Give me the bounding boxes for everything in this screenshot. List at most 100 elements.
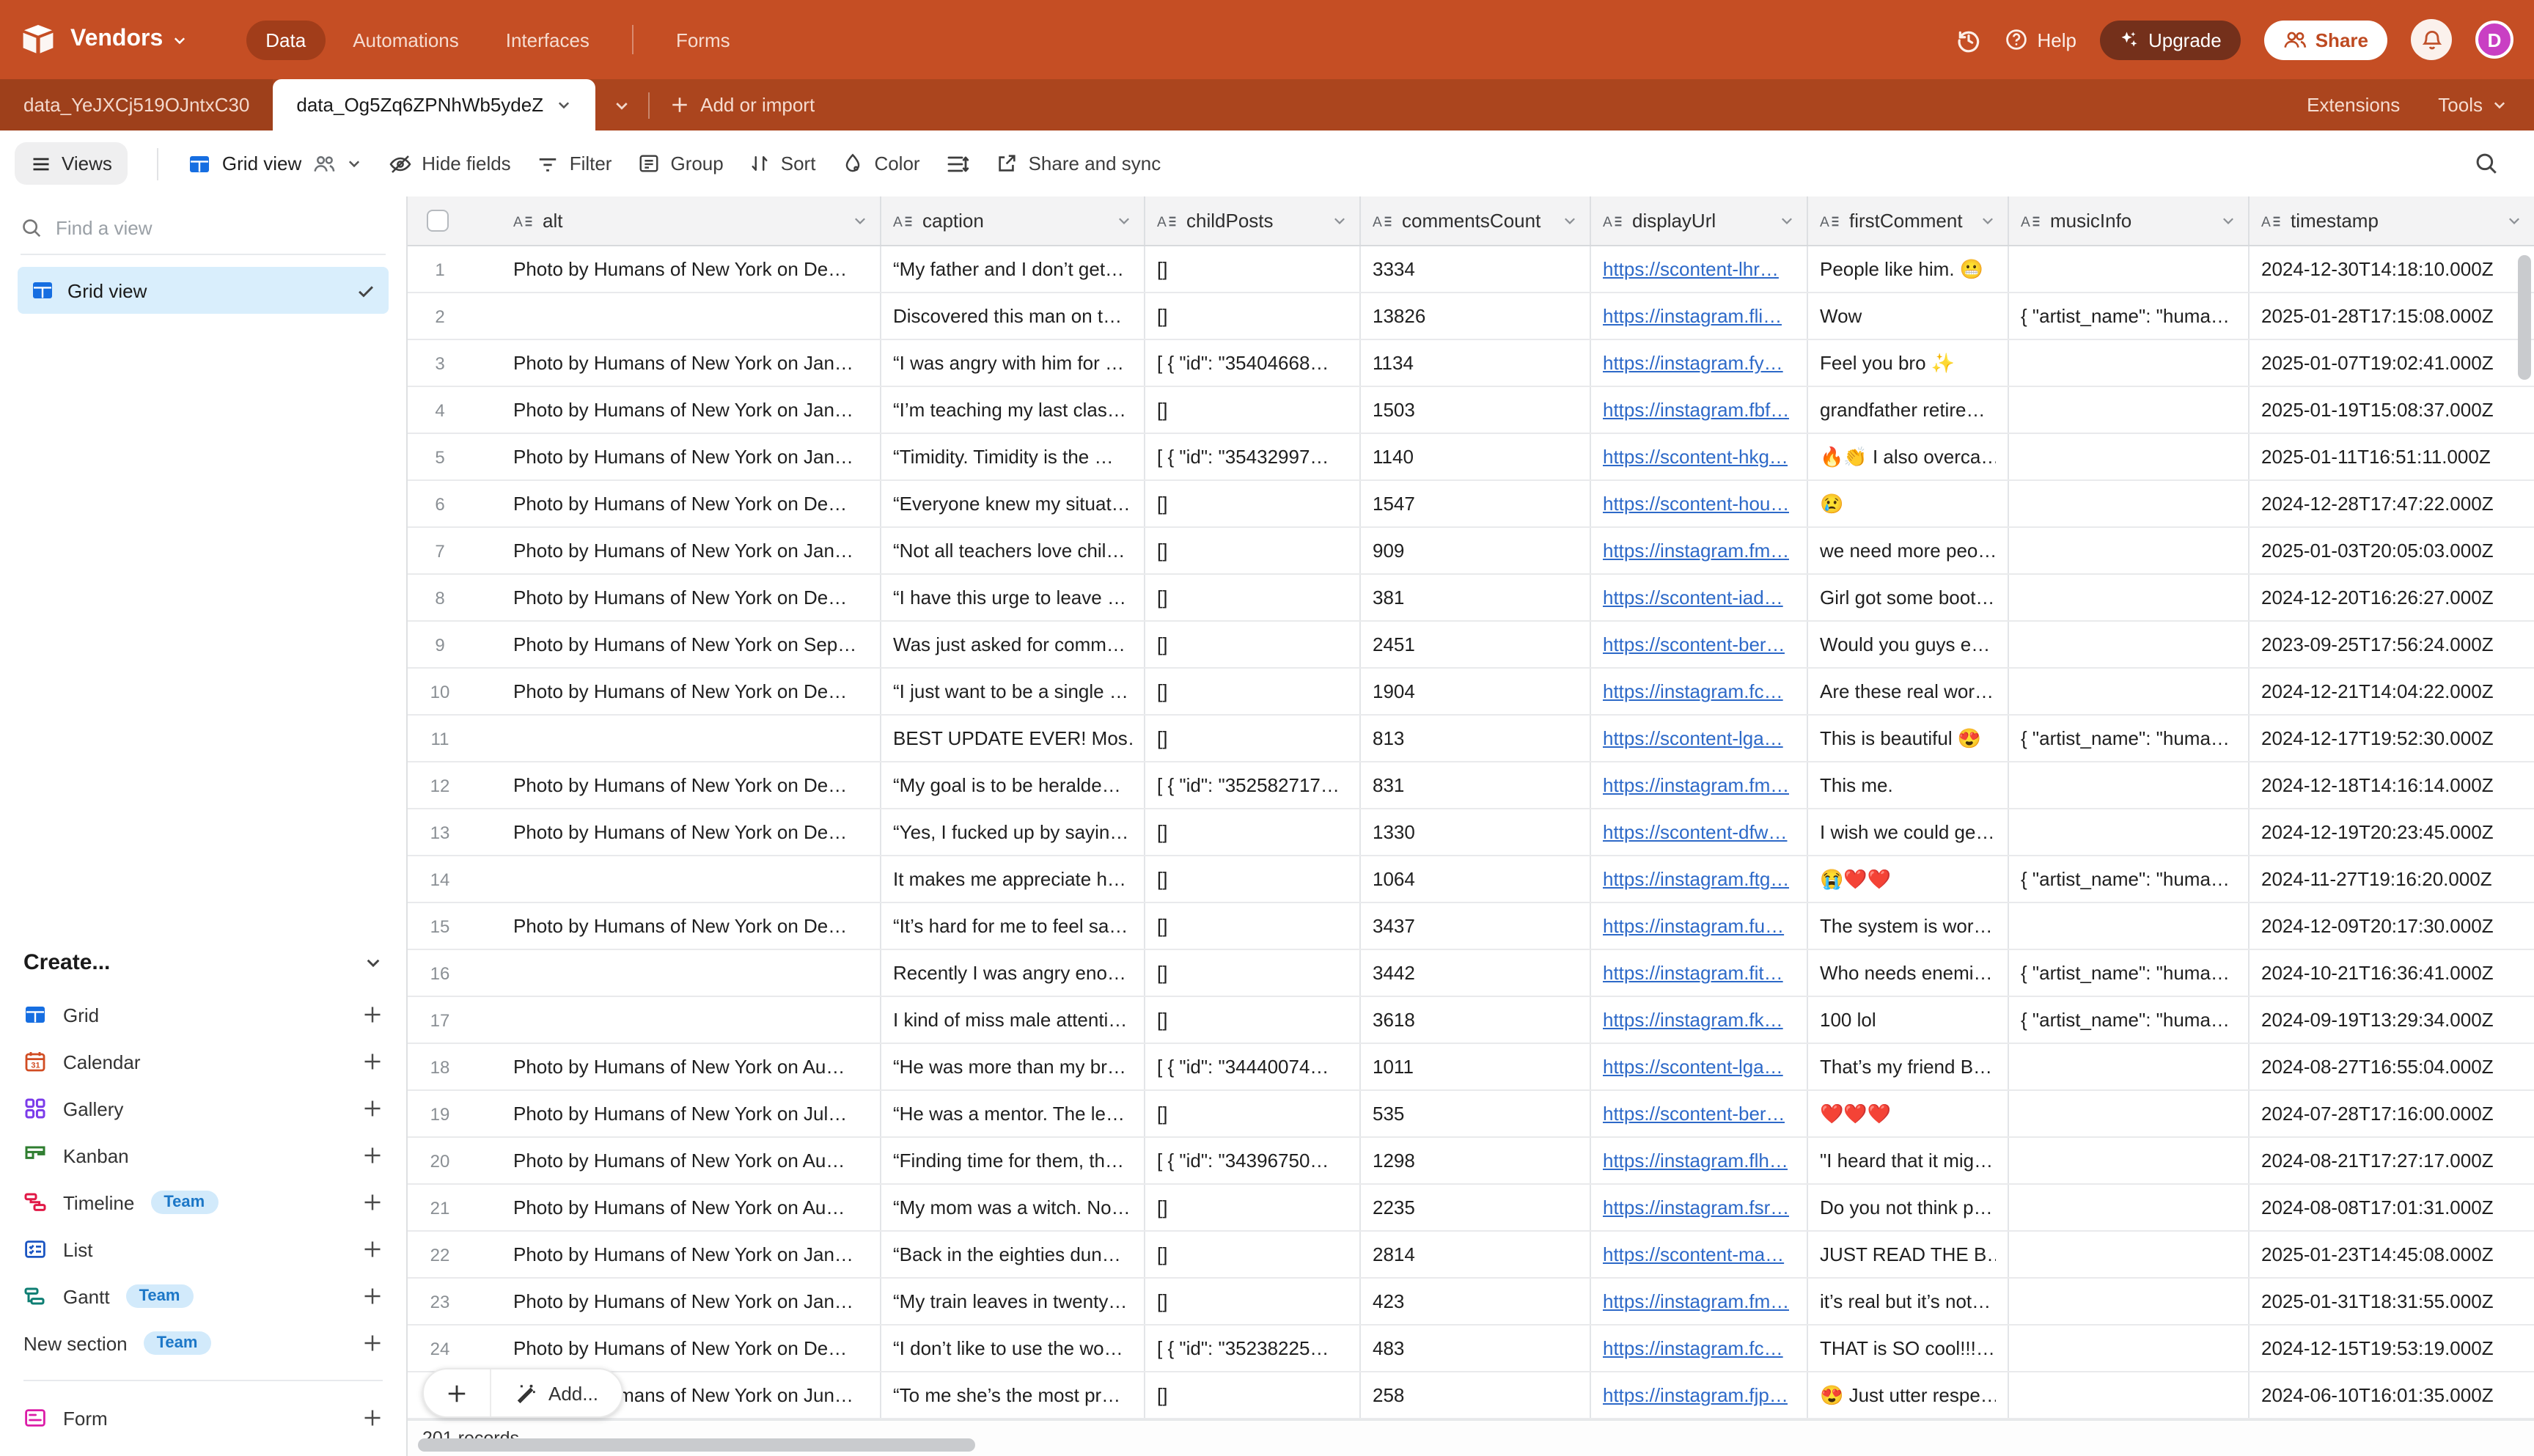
cell-alt[interactable]: 21 Photo by Humans of New York on Au… <box>408 1185 881 1230</box>
cell-firstComment[interactable]: 🔥👏 I also overca… <box>1808 434 2009 479</box>
create-header[interactable]: Create... <box>23 933 383 991</box>
cell-alt[interactable]: 10 Photo by Humans of New York on De… <box>408 669 881 714</box>
column-header-commentsCount[interactable]: A commentsCount <box>1361 196 1591 245</box>
cell-childPosts[interactable]: [] <box>1145 1232 1361 1277</box>
cell-childPosts[interactable]: [] <box>1145 528 1361 573</box>
history-icon[interactable] <box>1956 27 1981 52</box>
cell-displayUrl[interactable]: https://instagram.fu… <box>1591 903 1808 949</box>
cell-commentsCount[interactable]: 1298 <box>1361 1138 1591 1183</box>
upgrade-button[interactable]: Upgrade <box>2100 20 2241 59</box>
cell-alt[interactable]: 24 Photo by Humans of New York on De… <box>408 1326 881 1371</box>
cell-commentsCount[interactable]: 1503 <box>1361 387 1591 433</box>
filter-button[interactable]: Filter <box>537 152 612 174</box>
cell-childPosts[interactable]: [] <box>1145 246 1361 292</box>
cell-musicInfo[interactable]: { "artist_name": "huma… <box>2009 997 2250 1043</box>
tools-button[interactable]: Tools <box>2438 94 2508 116</box>
cell-firstComment[interactable]: 😢 <box>1808 481 2009 526</box>
cell-childPosts[interactable]: [] <box>1145 856 1361 902</box>
cell-musicInfo[interactable] <box>2009 809 2250 855</box>
cell-displayUrl[interactable]: https://instagram.flh… <box>1591 1138 1808 1183</box>
create-item-calendar[interactable]: 31 Calendar <box>23 1038 383 1085</box>
cell-firstComment[interactable]: Do you not think p… <box>1808 1185 2009 1230</box>
cell-musicInfo[interactable] <box>2009 1326 2250 1371</box>
cell-commentsCount[interactable]: 381 <box>1361 575 1591 620</box>
cell-alt[interactable]: 11 <box>408 716 881 761</box>
cell-timestamp[interactable]: 2024-12-30T14:18:10.000Z <box>2250 246 2534 292</box>
cell-musicInfo[interactable] <box>2009 1138 2250 1183</box>
cell-displayUrl[interactable]: https://instagram.fit… <box>1591 950 1808 996</box>
cell-displayUrl[interactable]: https://instagram.fsr… <box>1591 1185 1808 1230</box>
sort-button[interactable]: Sort <box>750 152 816 174</box>
cell-musicInfo[interactable] <box>2009 340 2250 386</box>
cell-timestamp[interactable]: 2024-11-27T19:16:20.000Z <box>2250 856 2534 902</box>
cell-caption[interactable]: “I was angry with him for … <box>881 340 1145 386</box>
cell-childPosts[interactable]: [] <box>1145 716 1361 761</box>
cell-displayUrl[interactable]: https://scontent-iad… <box>1591 575 1808 620</box>
cell-musicInfo[interactable] <box>2009 669 2250 714</box>
cell-commentsCount[interactable]: 1904 <box>1361 669 1591 714</box>
cell-timestamp[interactable]: 2024-12-15T19:53:19.000Z <box>2250 1326 2534 1371</box>
column-header-caption[interactable]: A caption <box>881 196 1145 245</box>
cell-firstComment[interactable]: I wish we could ge… <box>1808 809 2009 855</box>
cell-firstComment[interactable]: Would you guys e… <box>1808 622 2009 667</box>
cell-timestamp[interactable]: 2024-08-27T16:55:04.000Z <box>2250 1044 2534 1089</box>
cell-childPosts[interactable]: [ { "id": "35432997… <box>1145 434 1361 479</box>
nav-interfaces[interactable]: Interfaces <box>487 20 609 59</box>
cell-alt[interactable]: 13 Photo by Humans of New York on De… <box>408 809 881 855</box>
cell-alt[interactable]: 14 <box>408 856 881 902</box>
cell-displayUrl[interactable]: https://instagram.fy… <box>1591 340 1808 386</box>
notifications-button[interactable] <box>2411 19 2452 60</box>
nav-data[interactable]: Data <box>246 20 325 59</box>
cell-caption[interactable]: “It’s hard for me to feel sa… <box>881 903 1145 949</box>
cell-displayUrl[interactable]: https://scontent-ma… <box>1591 1232 1808 1277</box>
cell-displayUrl[interactable]: https://instagram.fm… <box>1591 528 1808 573</box>
cell-timestamp[interactable]: 2024-12-18T14:16:14.000Z <box>2250 762 2534 808</box>
find-view-input[interactable] <box>56 217 386 239</box>
cell-firstComment[interactable]: ❤️❤️❤️ <box>1808 1091 2009 1136</box>
cell-displayUrl[interactable]: https://scontent-lga… <box>1591 1044 1808 1089</box>
cell-commentsCount[interactable]: 909 <box>1361 528 1591 573</box>
cell-musicInfo[interactable]: { "artist_name": "huma… <box>2009 950 2250 996</box>
create-item-kanban[interactable]: Kanban <box>23 1132 383 1179</box>
cell-timestamp[interactable]: 2023-09-25T17:56:24.000Z <box>2250 622 2534 667</box>
cell-commentsCount[interactable]: 3437 <box>1361 903 1591 949</box>
vertical-scrollbar[interactable] <box>2518 255 2531 380</box>
cell-commentsCount[interactable]: 1330 <box>1361 809 1591 855</box>
cell-musicInfo[interactable] <box>2009 903 2250 949</box>
cell-firstComment[interactable]: Girl got some boot… <box>1808 575 2009 620</box>
cell-displayUrl[interactable]: https://instagram.ftg… <box>1591 856 1808 902</box>
create-item-gallery[interactable]: Gallery <box>23 1085 383 1132</box>
cell-caption[interactable]: “He was a mentor. The le… <box>881 1091 1145 1136</box>
workspace-switcher[interactable]: Vendors <box>70 26 188 53</box>
cell-displayUrl[interactable]: https://scontent-dfw… <box>1591 809 1808 855</box>
cell-alt[interactable]: 8 Photo by Humans of New York on De… <box>408 575 881 620</box>
cell-timestamp[interactable]: 2024-12-20T16:26:27.000Z <box>2250 575 2534 620</box>
cell-firstComment[interactable]: THAT is SO cool!!!… <box>1808 1326 2009 1371</box>
select-all-checkbox[interactable] <box>427 210 449 232</box>
cell-caption[interactable]: Discovered this man on t… <box>881 293 1145 339</box>
cell-caption[interactable]: “Back in the eighties dun… <box>881 1232 1145 1277</box>
cell-displayUrl[interactable]: https://instagram.fc… <box>1591 1326 1808 1371</box>
cell-alt[interactable]: 15 Photo by Humans of New York on De… <box>408 903 881 949</box>
cell-alt[interactable]: 2 <box>408 293 881 339</box>
cell-timestamp[interactable]: 2024-10-21T16:36:41.000Z <box>2250 950 2534 996</box>
cell-childPosts[interactable]: [] <box>1145 903 1361 949</box>
cell-displayUrl[interactable]: https://instagram.fm… <box>1591 762 1808 808</box>
cell-caption[interactable]: It makes me appreciate h… <box>881 856 1145 902</box>
cell-alt[interactable]: 20 Photo by Humans of New York on Au… <box>408 1138 881 1183</box>
cell-commentsCount[interactable]: 3442 <box>1361 950 1591 996</box>
cell-caption[interactable]: “Finding time for them, th… <box>881 1138 1145 1183</box>
cell-displayUrl[interactable]: https://instagram.fc… <box>1591 669 1808 714</box>
cell-displayUrl[interactable]: https://instagram.fm… <box>1591 1279 1808 1324</box>
cell-displayUrl[interactable]: https://scontent-lhr… <box>1591 246 1808 292</box>
cell-caption[interactable]: “I don’t like to use the wo… <box>881 1326 1145 1371</box>
cell-commentsCount[interactable]: 423 <box>1361 1279 1591 1324</box>
cell-caption[interactable]: Was just asked for comm… <box>881 622 1145 667</box>
horizontal-scrollbar[interactable] <box>418 1438 975 1452</box>
cell-caption[interactable]: Recently I was angry eno… <box>881 950 1145 996</box>
cell-alt[interactable]: 12 Photo by Humans of New York on De… <box>408 762 881 808</box>
cell-alt[interactable]: 18 Photo by Humans of New York on Au… <box>408 1044 881 1089</box>
cell-displayUrl[interactable]: https://scontent-lga… <box>1591 716 1808 761</box>
cell-displayUrl[interactable]: https://instagram.fjp… <box>1591 1372 1808 1418</box>
cell-caption[interactable]: “I’m teaching my last clas… <box>881 387 1145 433</box>
